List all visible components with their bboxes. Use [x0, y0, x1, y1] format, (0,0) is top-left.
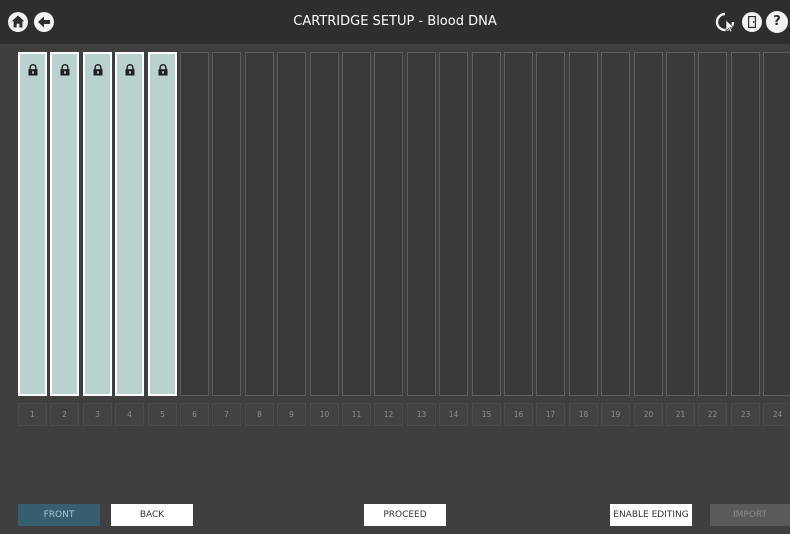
- cartridge-slot-10[interactable]: [310, 52, 339, 396]
- exit-door-icon[interactable]: [741, 11, 763, 33]
- slot-number-1: 1: [18, 403, 47, 426]
- lock-icon: [27, 61, 38, 80]
- refresh-cursor-icon[interactable]: [714, 11, 736, 33]
- slot-number-10: 10: [310, 403, 339, 426]
- cartridge-slot-9[interactable]: [277, 52, 306, 396]
- slot-number-2: 2: [50, 403, 79, 426]
- enable-editing-button[interactable]: ENABLE EDITING: [610, 504, 692, 526]
- cartridge-slot-12[interactable]: [374, 52, 403, 396]
- help-icon[interactable]: ?: [766, 11, 788, 33]
- slot-number-9: 9: [277, 403, 306, 426]
- cartridge-slot-5[interactable]: [148, 52, 177, 396]
- proceed-button[interactable]: PROCEED: [364, 504, 446, 526]
- slot-number-12: 12: [374, 403, 403, 426]
- cartridge-slot-14[interactable]: [439, 52, 468, 396]
- slot-number-21: 21: [666, 403, 695, 426]
- back-button[interactable]: BACK: [111, 504, 193, 526]
- slot-number-19: 19: [601, 403, 630, 426]
- help-glyph: ?: [773, 14, 781, 29]
- cartridge-slot-15[interactable]: [472, 52, 501, 396]
- cartridge-slot-11[interactable]: [342, 52, 371, 396]
- cartridge-slot-6[interactable]: [180, 52, 209, 396]
- slot-number-3: 3: [83, 403, 112, 426]
- slot-number-20: 20: [634, 403, 663, 426]
- cartridge-slot-24[interactable]: [763, 52, 790, 396]
- cartridge-slot-13[interactable]: [407, 52, 436, 396]
- slot-number-14: 14: [439, 403, 468, 426]
- front-button[interactable]: FRONT: [18, 504, 100, 526]
- slot-number-22: 22: [698, 403, 727, 426]
- lock-icon: [124, 61, 135, 80]
- cartridge-slot-17[interactable]: [536, 52, 565, 396]
- cartridge-slot-16[interactable]: [504, 52, 533, 396]
- cartridge-slot-3[interactable]: [83, 52, 112, 396]
- slot-number-7: 7: [212, 403, 241, 426]
- slot-number-23: 23: [731, 403, 760, 426]
- cartridge-slot-4[interactable]: [115, 52, 144, 396]
- cartridge-slot-18[interactable]: [569, 52, 598, 396]
- lock-icon: [157, 61, 168, 80]
- slot-number-18: 18: [569, 403, 598, 426]
- slot-number-15: 15: [472, 403, 501, 426]
- slot-number-13: 13: [407, 403, 436, 426]
- slot-number-8: 8: [245, 403, 274, 426]
- cartridge-slot-20[interactable]: [634, 52, 663, 396]
- page-title: CARTRIDGE SETUP - Blood DNA: [293, 14, 497, 29]
- cartridge-slot-8[interactable]: [245, 52, 274, 396]
- slot-number-17: 17: [536, 403, 565, 426]
- slot-number-11: 11: [342, 403, 371, 426]
- cartridge-slot-2[interactable]: [50, 52, 79, 396]
- lock-icon: [92, 61, 103, 80]
- cartridge-slot-21[interactable]: [666, 52, 695, 396]
- lock-icon: [59, 61, 70, 80]
- cartridge-slot-1[interactable]: [18, 52, 47, 396]
- cartridge-slot-23[interactable]: [731, 52, 760, 396]
- slot-number-5: 5: [148, 403, 177, 426]
- cartridge-slot-19[interactable]: [601, 52, 630, 396]
- title-bar: CARTRIDGE SETUP - Blood DNA ?: [0, 0, 790, 44]
- import-button[interactable]: IMPORT: [710, 504, 790, 526]
- slot-number-24: 24: [763, 403, 790, 426]
- slot-number-16: 16: [504, 403, 533, 426]
- cartridge-slot-22[interactable]: [698, 52, 727, 396]
- cartridge-slot-7[interactable]: [212, 52, 241, 396]
- slot-number-6: 6: [180, 403, 209, 426]
- slot-number-4: 4: [115, 403, 144, 426]
